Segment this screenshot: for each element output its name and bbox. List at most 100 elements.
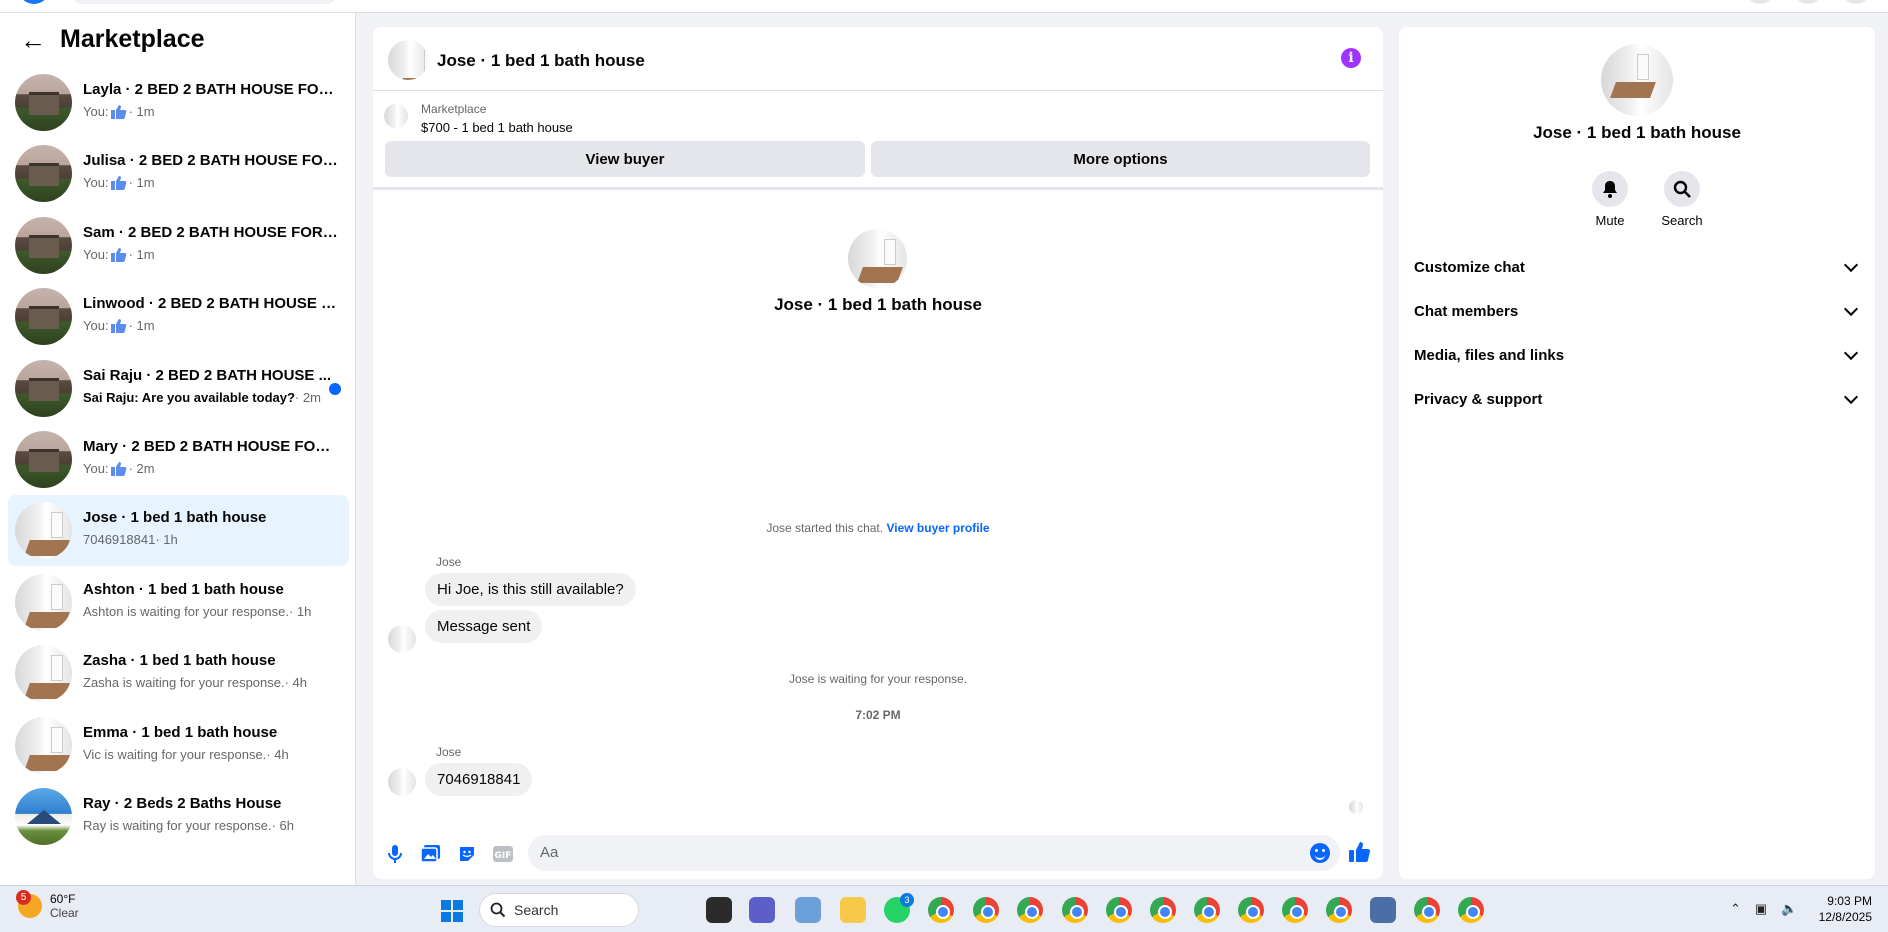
preview-text: Sai Raju: Are you available today?: [83, 390, 295, 405]
conversation-row[interactable]: Julisa · 2 BED 2 BATH HOUSE FOR ... You: ·…: [8, 138, 349, 209]
microphone-icon[interactable]: [384, 843, 406, 865]
bell-icon[interactable]: [1592, 171, 1628, 207]
conversation-row[interactable]: Zasha · 1 bed 1 bath house Zasha is waiti…: [8, 638, 349, 709]
conversation-row[interactable]: Sai Raju · 2 BED 2 BATH HOUSE ... Sai Raj…: [8, 353, 349, 424]
menu-icon[interactable]: [1745, 0, 1775, 4]
taskbar-search[interactable]: Search: [479, 893, 639, 927]
like-thumb-icon[interactable]: [1348, 841, 1370, 863]
conversation-avatar[interactable]: [15, 288, 72, 345]
clock[interactable]: 9:03 PM 12/8/2025: [1819, 893, 1872, 925]
chrome-profile-icon[interactable]: [1062, 897, 1088, 923]
preview-time: · 1h: [288, 604, 312, 619]
photo-icon[interactable]: [420, 843, 442, 865]
conversation-row[interactable]: Mary · 2 BED 2 BATH HOUSE FOR ... You: · 2…: [8, 424, 349, 495]
customize-chat-section[interactable]: Customize chat: [1414, 252, 1864, 282]
listing-thumbnail[interactable]: [384, 104, 408, 128]
info-icon[interactable]: i: [1341, 48, 1361, 68]
message-bubble[interactable]: Hi Joe, is this still available?: [425, 573, 636, 606]
message-input[interactable]: Aa: [528, 835, 1340, 871]
preview-text: You:: [83, 104, 109, 119]
search-icon[interactable]: [1664, 171, 1700, 207]
conversation-row[interactable]: Jose · 1 bed 1 bath house 7046918841 · 1h: [8, 495, 349, 566]
clock-date: 12/8/2025: [1818, 910, 1872, 924]
privacy-support-section[interactable]: Privacy & support: [1414, 384, 1864, 414]
teams-meet-icon[interactable]: [749, 897, 775, 923]
details-avatar[interactable]: [1601, 44, 1673, 116]
preview-time: · 2m: [128, 461, 155, 476]
sticky-notes-icon[interactable]: [840, 897, 866, 923]
weather-widget[interactable]: 5 60°F Clear: [16, 890, 79, 920]
network-icon[interactable]: ▣: [1755, 901, 1767, 917]
chrome-profile-icon[interactable]: [973, 897, 999, 923]
conversation-preview: Ray is waiting for your response. · 6h: [83, 818, 294, 833]
view-buyer-button[interactable]: View buyer: [385, 141, 865, 177]
facebook-logo-icon[interactable]: [18, 0, 50, 4]
conversation-row[interactable]: Ray · 2 Beds 2 Baths House Ray is waiting…: [8, 781, 349, 852]
calculator-icon[interactable]: [1370, 897, 1396, 923]
conversation-avatar[interactable]: [15, 431, 72, 488]
chat-members-section[interactable]: Chat members: [1414, 296, 1864, 326]
preview-text: You:: [83, 318, 109, 333]
conversation-avatar[interactable]: [15, 645, 72, 702]
message-bubble[interactable]: Message sent: [425, 610, 543, 643]
chrome-profile-icon[interactable]: [1238, 897, 1264, 923]
account-avatar[interactable]: [1841, 0, 1871, 4]
conversation-avatar[interactable]: [15, 74, 72, 131]
search-button[interactable]: Search: [1652, 171, 1712, 228]
preview-text: You:: [83, 247, 109, 262]
conversation-avatar[interactable]: [15, 145, 72, 202]
facebook-search-input[interactable]: [72, 0, 337, 4]
chevron-down-icon: [1843, 345, 1859, 361]
chrome-profile-icon[interactable]: [1106, 897, 1132, 923]
conversation-sidebar: ← Marketplace Layla · 2 BED 2 BATH HOUSE…: [0, 13, 356, 885]
volume-icon[interactable]: 🔈: [1781, 901, 1797, 917]
gif-icon[interactable]: GIF: [492, 843, 514, 865]
chrome-profile-icon[interactable]: [1150, 897, 1176, 923]
sender-avatar[interactable]: [388, 625, 416, 653]
chrome-profile-icon[interactable]: [1194, 897, 1220, 923]
conversation-avatar[interactable]: [15, 360, 72, 417]
chat-title[interactable]: Jose · 1 bed 1 bath house: [437, 51, 645, 71]
chrome-profile-icon[interactable]: [1458, 897, 1484, 923]
conversation-row[interactable]: Emma · 1 bed 1 bath house Vic is waiting …: [8, 710, 349, 781]
sender-avatar[interactable]: [388, 768, 416, 796]
notifications-icon[interactable]: [1793, 0, 1823, 4]
chat-profile-avatar[interactable]: [848, 229, 907, 288]
snipping-tool-icon[interactable]: [795, 897, 821, 923]
sticker-icon[interactable]: [456, 843, 478, 865]
chrome-profile-icon[interactable]: [1326, 897, 1352, 923]
conversation-row[interactable]: Sam · 2 BED 2 BATH HOUSE FOR R... You: · 1…: [8, 210, 349, 281]
conversation-preview: You: · 1m: [83, 104, 155, 119]
conversation-title: Sai Raju · 2 BED 2 BATH HOUSE ...: [83, 367, 332, 384]
conversation-avatar[interactable]: [15, 574, 72, 631]
conversation-avatar[interactable]: [15, 788, 72, 845]
chrome-profile-icon[interactable]: [1017, 897, 1043, 923]
message-bubble[interactable]: 7046918841: [425, 763, 533, 796]
preview-time: · 4h: [266, 747, 289, 762]
thumbs-up-icon: [110, 247, 127, 262]
conversation-row[interactable]: Layla · 2 BED 2 BATH HOUSE FOR ... You: · …: [8, 67, 349, 138]
conversation-avatar[interactable]: [15, 502, 72, 559]
view-buyer-profile-link[interactable]: View buyer profile: [886, 521, 989, 535]
conversation-row[interactable]: Linwood · 2 BED 2 BATH HOUSE F... You: · 1…: [8, 281, 349, 352]
back-arrow-icon[interactable]: ←: [20, 26, 46, 54]
conversation-avatar[interactable]: [15, 217, 72, 274]
chrome-profile-icon[interactable]: [1414, 897, 1440, 923]
conversation-title: Layla · 2 BED 2 BATH HOUSE FOR ...: [83, 81, 338, 98]
more-options-button[interactable]: More options: [871, 141, 1370, 177]
emoji-icon[interactable]: [1310, 843, 1330, 863]
whatsapp-icon[interactable]: 3: [884, 893, 914, 923]
conversation-avatar[interactable]: [15, 717, 72, 774]
mute-button[interactable]: Mute: [1580, 171, 1640, 228]
whatsapp-badge: 3: [900, 893, 914, 907]
chevron-up-icon[interactable]: ⌃: [1730, 901, 1741, 917]
media-files-links-section[interactable]: Media, files and links: [1414, 340, 1864, 370]
chrome-profile-icon[interactable]: [1282, 897, 1308, 923]
conversation-row[interactable]: Ashton · 1 bed 1 bath house Ashton is wai…: [8, 567, 349, 638]
windows-start-icon[interactable]: [441, 900, 463, 922]
section-label: Customize chat: [1414, 258, 1525, 276]
mute-label: Mute: [1595, 213, 1625, 228]
chrome-icon[interactable]: [928, 897, 954, 923]
task-view-icon[interactable]: [706, 897, 732, 923]
chat-header-avatar[interactable]: [388, 40, 428, 80]
